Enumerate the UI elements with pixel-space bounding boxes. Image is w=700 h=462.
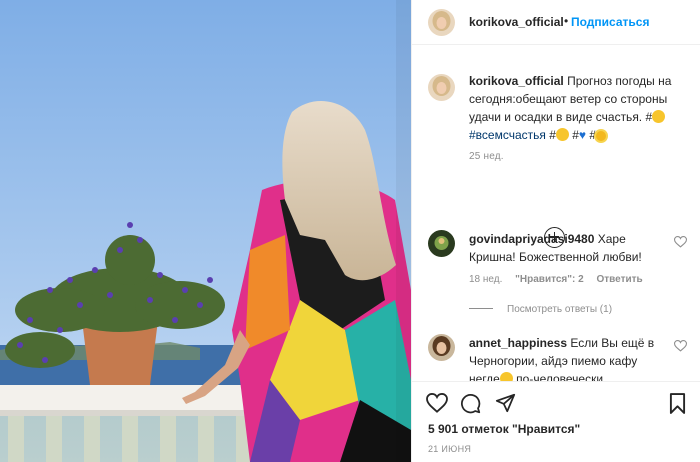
comment-meta: 18 нед. "Нравится": 2 Ответить [469, 274, 653, 285]
wink-emoji-icon [652, 110, 666, 123]
comment-time[interactable]: 18 нед. [469, 274, 502, 285]
author-username[interactable]: korikova_official [469, 15, 564, 29]
bookmark-icon[interactable] [669, 393, 686, 414]
comment-icon[interactable] [460, 393, 481, 414]
hug-emoji-icon [555, 128, 569, 141]
caption-text: korikova_official Прогноз погоды на сего… [469, 72, 689, 144]
caption-tail-2: # [568, 128, 579, 142]
blue-heart-icon: ♥ [578, 128, 587, 142]
post-image [0, 0, 411, 462]
post-side-panel: korikova_official • Подписаться korikova… [411, 0, 700, 462]
post-photo[interactable] [0, 0, 411, 462]
small-heart-icon[interactable] [674, 340, 687, 352]
comment-avatar[interactable] [428, 334, 455, 361]
caption-author[interactable]: korikova_official [469, 74, 564, 88]
view-replies-label[interactable]: Посмотреть ответы (1) [507, 304, 612, 315]
caption-tail-1: # [545, 128, 556, 142]
likes-count[interactable]: 5 901 отметок "Нравится" [428, 422, 580, 436]
post-date[interactable]: 21 ИЮНЯ [428, 444, 471, 454]
comment-likes[interactable]: "Нравится": 2 [515, 274, 584, 285]
view-replies[interactable]: Посмотреть ответы (1) [469, 304, 612, 315]
comment-author[interactable]: annet_happiness [469, 336, 567, 350]
separator-dot: • [564, 14, 569, 28]
follow-button[interactable]: Подписаться [571, 15, 649, 29]
sun-emoji-icon [596, 131, 607, 141]
share-icon[interactable] [495, 393, 516, 413]
comment-avatar[interactable] [428, 230, 455, 257]
heart-icon[interactable] [426, 393, 448, 413]
caption-tail-3: # [586, 128, 597, 142]
small-heart-icon[interactable] [674, 236, 687, 248]
comment-text: govindapriyadasi9480 Харе Кришна! Божест… [469, 230, 659, 266]
post-actions: 5 901 отметок "Нравится" 21 ИЮНЯ [412, 381, 700, 462]
comment-text: annet_happiness Если Вы ещё в Черногории… [469, 334, 659, 382]
comment-author[interactable]: govindapriyadasi9480 [469, 232, 594, 246]
caption-time[interactable]: 25 нед. [469, 151, 504, 162]
reply-button[interactable]: Ответить [596, 274, 642, 285]
caption-avatar[interactable] [428, 74, 455, 101]
post-header: korikova_official • Подписаться [412, 0, 700, 45]
author-avatar[interactable] [428, 9, 455, 36]
comments-scroll-area[interactable]: korikova_official Прогноз погоды на сего… [412, 45, 700, 382]
hashtag-link[interactable]: #всемсчастья [469, 128, 546, 142]
